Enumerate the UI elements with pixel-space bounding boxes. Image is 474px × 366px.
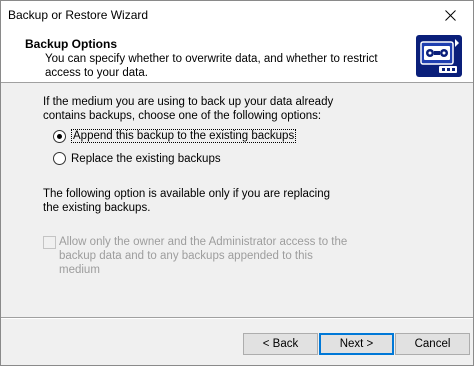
- replace-note-text: The following option is available only i…: [43, 188, 331, 214]
- append-radio-option[interactable]: Append this backup to the existing backu…: [53, 129, 297, 143]
- restrict-access-label: Allow only the owner and the Administrat…: [59, 236, 348, 276]
- replace-radio-label[interactable]: Replace the existing backups: [71, 153, 221, 165]
- window-title: Backup or Restore Wizard: [8, 8, 149, 22]
- footer-separator: [1, 317, 473, 319]
- append-radio-button[interactable]: [53, 129, 66, 143]
- page-description: You can specify whether to overwrite dat…: [45, 53, 378, 79]
- page-title: Backup Options: [25, 37, 118, 51]
- replace-radio-option[interactable]: Replace the existing backups: [53, 152, 221, 165]
- intro-text: If the medium you are using to back up y…: [43, 96, 334, 122]
- backup-tape-icon: [416, 35, 462, 77]
- wizard-header: Backup Options You can specify whether t…: [1, 30, 473, 83]
- close-icon: [444, 10, 456, 21]
- restrict-access-checkbox: [43, 236, 56, 249]
- restrict-access-option: Allow only the owner and the Administrat…: [43, 235, 349, 277]
- wizard-window: Backup or Restore Wizard Backup Options …: [0, 0, 474, 366]
- next-button[interactable]: Next >: [319, 333, 394, 355]
- title-bar: Backup or Restore Wizard: [1, 1, 473, 30]
- close-button[interactable]: [427, 1, 473, 30]
- back-button[interactable]: < Back: [243, 333, 318, 355]
- replace-radio-button[interactable]: [53, 152, 66, 165]
- cancel-button[interactable]: Cancel: [395, 333, 470, 355]
- append-radio-label[interactable]: Append this backup to the existing backu…: [71, 129, 297, 143]
- wizard-content: If the medium you are using to back up y…: [1, 84, 473, 316]
